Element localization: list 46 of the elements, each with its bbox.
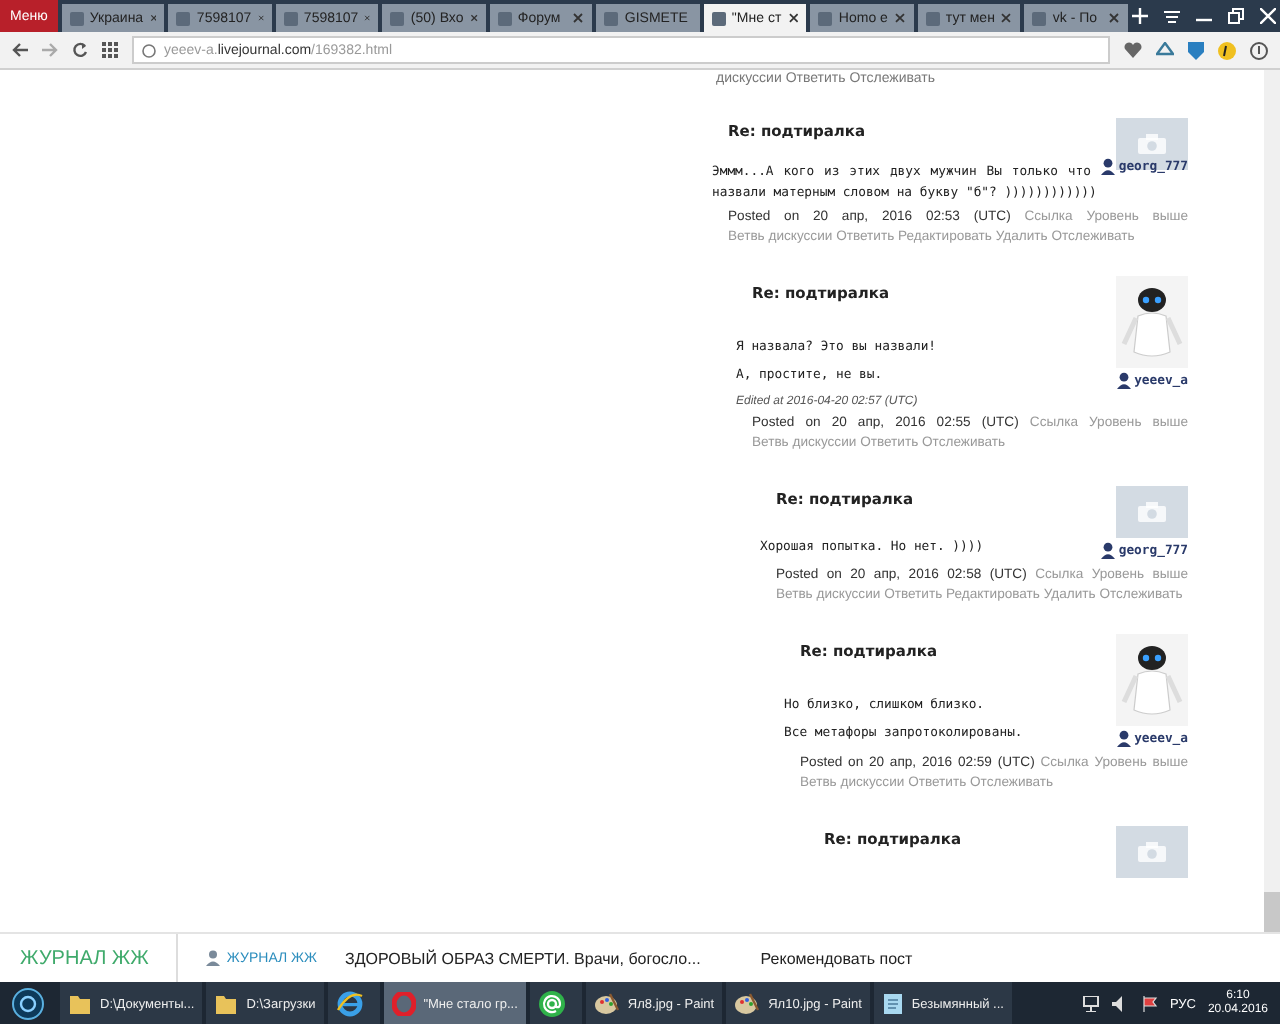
flag-icon[interactable] bbox=[1141, 996, 1158, 1012]
favicon-icon bbox=[176, 11, 191, 25]
taskbar-item[interactable] bbox=[529, 982, 582, 1024]
browser-e-icon bbox=[335, 990, 364, 1018]
favicon-icon bbox=[69, 11, 84, 25]
post-headline: ЗДОРОВЫЙ ОБРАЗ СМЕРТИ. Врачи, богосло... bbox=[344, 949, 701, 967]
restore-icon[interactable] bbox=[1228, 8, 1244, 24]
scrollbar-thumb[interactable] bbox=[1264, 892, 1280, 932]
user-icon bbox=[1116, 729, 1133, 747]
favicon-icon bbox=[283, 11, 298, 25]
back-icon[interactable] bbox=[12, 42, 28, 58]
heart-icon[interactable] bbox=[1124, 42, 1142, 58]
shield-icon[interactable] bbox=[1188, 41, 1204, 59]
user-icon bbox=[1100, 157, 1117, 175]
scrollbar[interactable] bbox=[1264, 70, 1280, 932]
user-icon bbox=[206, 950, 221, 966]
grid-icon[interactable] bbox=[102, 42, 118, 58]
favicon-icon bbox=[604, 11, 619, 25]
globe-icon bbox=[142, 43, 156, 57]
camera-icon bbox=[1138, 501, 1166, 521]
favicon-icon bbox=[711, 11, 726, 25]
notepad-icon bbox=[881, 992, 904, 1016]
user-icon bbox=[1116, 371, 1133, 389]
reload-icon[interactable] bbox=[72, 42, 88, 58]
extension-icon[interactable] bbox=[1218, 41, 1236, 59]
favicon-icon bbox=[390, 11, 405, 25]
favicon-icon bbox=[1032, 11, 1047, 25]
folder-icon bbox=[214, 992, 239, 1016]
network-icon[interactable] bbox=[1081, 996, 1100, 1012]
at-sign-icon bbox=[537, 990, 566, 1018]
favicon-icon bbox=[497, 11, 512, 25]
opera-icon bbox=[391, 992, 416, 1016]
new-tab-icon[interactable] bbox=[1132, 8, 1148, 24]
recommend-link[interactable]: Рекомендовать пост bbox=[760, 949, 913, 967]
folder-icon bbox=[68, 992, 92, 1016]
favicon-icon bbox=[818, 11, 833, 25]
camera-icon bbox=[1138, 841, 1166, 861]
taskbar-item[interactable] bbox=[327, 982, 380, 1024]
camera-icon bbox=[1138, 134, 1166, 154]
palette-icon bbox=[593, 992, 620, 1016]
close-icon[interactable] bbox=[787, 12, 799, 24]
user-icon bbox=[1100, 541, 1117, 559]
palette-icon bbox=[734, 992, 761, 1016]
power-orb-icon bbox=[12, 988, 44, 1020]
favicon-icon bbox=[925, 11, 940, 25]
menu-icon[interactable] bbox=[1164, 9, 1180, 23]
